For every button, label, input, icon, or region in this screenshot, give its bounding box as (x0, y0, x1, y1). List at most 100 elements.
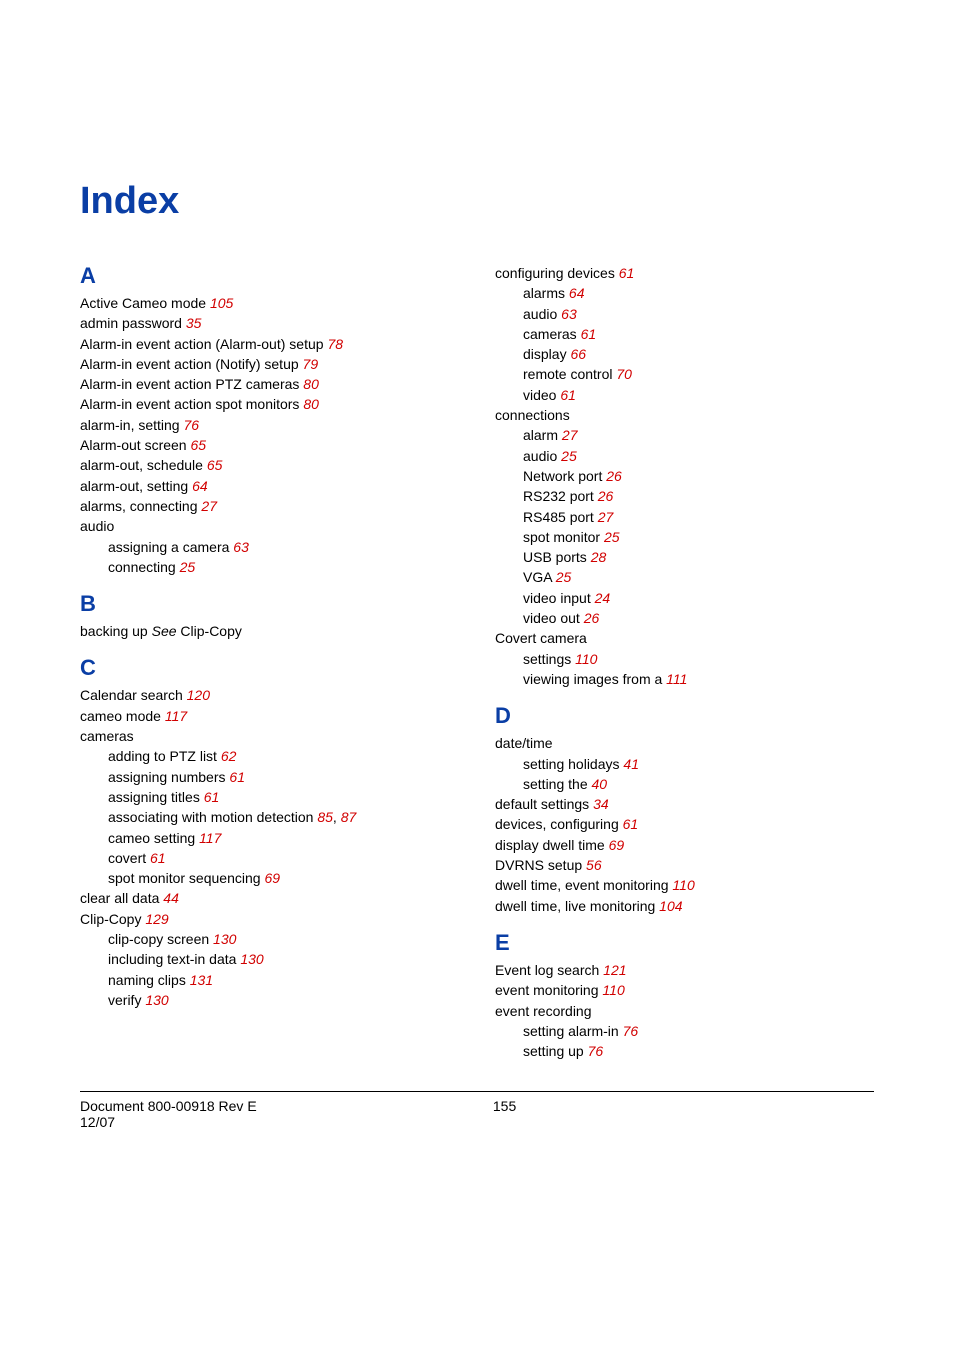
page-reference[interactable]: 69 (609, 837, 625, 853)
entry-text: Calendar search (80, 687, 187, 703)
entry-text: event recording (495, 1003, 592, 1019)
page-reference[interactable]: 62 (221, 748, 237, 764)
page-reference[interactable]: 79 (303, 356, 319, 372)
doc-number: Document 800-00918 Rev E (80, 1098, 257, 1114)
entry-text: video input (523, 590, 595, 606)
page-reference[interactable]: 80 (303, 396, 319, 412)
index-entry: alarm-out, schedule 65 (80, 455, 459, 475)
page-reference[interactable]: 65 (207, 457, 223, 473)
page-reference[interactable]: 28 (591, 549, 607, 565)
index-entry: audio (80, 516, 459, 536)
entry-text: Active Cameo mode (80, 295, 210, 311)
index-entry: event monitoring 110 (495, 980, 874, 1000)
page-reference[interactable]: 41 (623, 756, 639, 772)
page-reference[interactable]: 26 (598, 488, 614, 504)
entry-text: assigning titles (108, 789, 204, 805)
entry-text: Clip-Copy (177, 623, 242, 639)
page-reference[interactable]: 69 (264, 870, 280, 886)
index-entry: alarm-in, setting 76 (80, 415, 459, 435)
page-reference[interactable]: 78 (327, 336, 343, 352)
page-reference[interactable]: 27 (562, 427, 578, 443)
index-entry: spot monitor sequencing 69 (108, 868, 459, 888)
entry-text: connecting (108, 559, 180, 575)
page-reference[interactable]: 87 (341, 809, 357, 825)
entry-text: video (523, 387, 560, 403)
page-reference[interactable]: 85 (317, 809, 333, 825)
page-reference[interactable]: 25 (180, 559, 196, 575)
page-reference[interactable]: 25 (604, 529, 620, 545)
page-reference[interactable]: 70 (616, 366, 632, 382)
index-entry: VGA 25 (523, 567, 874, 587)
entry-text: setting holidays (523, 756, 623, 772)
page-reference[interactable]: 63 (233, 539, 249, 555)
page-reference[interactable]: 44 (163, 890, 179, 906)
index-entry: dwell time, live monitoring 104 (495, 896, 874, 916)
footer-left: Document 800-00918 Rev E 12/07 (80, 1098, 257, 1130)
page-reference[interactable]: 64 (192, 478, 208, 494)
page-reference[interactable]: 76 (623, 1023, 639, 1039)
entry-text: event monitoring (495, 982, 602, 998)
page-reference[interactable]: 130 (240, 951, 263, 967)
page-reference[interactable]: 27 (201, 498, 217, 514)
doc-date: 12/07 (80, 1114, 115, 1130)
entry-text: default settings (495, 796, 593, 812)
entry-text: video out (523, 610, 584, 626)
page-reference[interactable]: 111 (666, 671, 687, 687)
page-reference[interactable]: 110 (575, 651, 597, 667)
page-reference[interactable]: 130 (145, 992, 168, 1008)
page-reference[interactable]: 61 (229, 769, 245, 785)
page-reference[interactable]: 61 (204, 789, 220, 805)
index-entry: connecting 25 (108, 557, 459, 577)
page-reference[interactable]: 76 (588, 1043, 604, 1059)
page-reference[interactable]: 120 (187, 687, 210, 703)
page-reference[interactable]: 61 (619, 265, 635, 281)
page-reference[interactable]: 117 (165, 708, 187, 724)
page-reference[interactable]: 25 (561, 448, 577, 464)
page-reference[interactable]: 56 (586, 857, 602, 873)
page-reference[interactable]: 26 (584, 610, 600, 626)
entry-text: associating with motion detection (108, 809, 317, 825)
page-reference[interactable]: 34 (593, 796, 609, 812)
page-reference[interactable]: 26 (606, 468, 622, 484)
page-reference[interactable]: 61 (623, 816, 639, 832)
page-reference[interactable]: 24 (595, 590, 611, 606)
page-reference[interactable]: 65 (190, 437, 206, 453)
index-entry: alarms 64 (523, 283, 874, 303)
index-entry: admin password 35 (80, 313, 459, 333)
index-entry: Alarm-in event action (Notify) setup 79 (80, 354, 459, 374)
page-reference[interactable]: 131 (190, 972, 213, 988)
index-entry: video 61 (523, 385, 874, 405)
entry-text: cameo setting (108, 830, 199, 846)
entry-text: remote control (523, 366, 616, 382)
page-reference[interactable]: 27 (598, 509, 614, 525)
page-reference[interactable]: 61 (150, 850, 166, 866)
page-reference[interactable]: 121 (603, 962, 626, 978)
index-entry: DVRNS setup 56 (495, 855, 874, 875)
page-reference[interactable]: 117 (199, 830, 221, 846)
page-reference[interactable]: 61 (560, 387, 576, 403)
index-entry: spot monitor 25 (523, 527, 874, 547)
page-reference[interactable]: 35 (186, 315, 202, 331)
page-reference[interactable]: 63 (561, 306, 577, 322)
page-reference[interactable]: 110 (602, 982, 624, 998)
page-reference[interactable]: 105 (210, 295, 233, 311)
index-entry: settings 110 (523, 649, 874, 669)
page-footer: Document 800-00918 Rev E 12/07 155 (80, 1091, 874, 1130)
index-entry: Alarm-in event action spot monitors 80 (80, 394, 459, 414)
page-reference[interactable]: 25 (556, 569, 572, 585)
page-reference[interactable]: 64 (569, 285, 585, 301)
entry-text: alarm-out, schedule (80, 457, 207, 473)
page-reference[interactable]: 110 (672, 877, 694, 893)
page-reference[interactable]: 104 (659, 898, 682, 914)
page-reference[interactable]: 80 (303, 376, 319, 392)
page-reference[interactable]: 40 (592, 776, 608, 792)
entry-text: devices, configuring (495, 816, 623, 832)
page-reference[interactable]: 129 (145, 911, 168, 927)
index-entry: Alarm-in event action (Alarm-out) setup … (80, 334, 459, 354)
page-reference[interactable]: 61 (581, 326, 597, 342)
entry-text: audio (523, 448, 561, 464)
page-reference[interactable]: 66 (570, 346, 586, 362)
page-reference[interactable]: 130 (213, 931, 236, 947)
index-entry: setting up 76 (523, 1041, 874, 1061)
page-reference[interactable]: 76 (183, 417, 199, 433)
